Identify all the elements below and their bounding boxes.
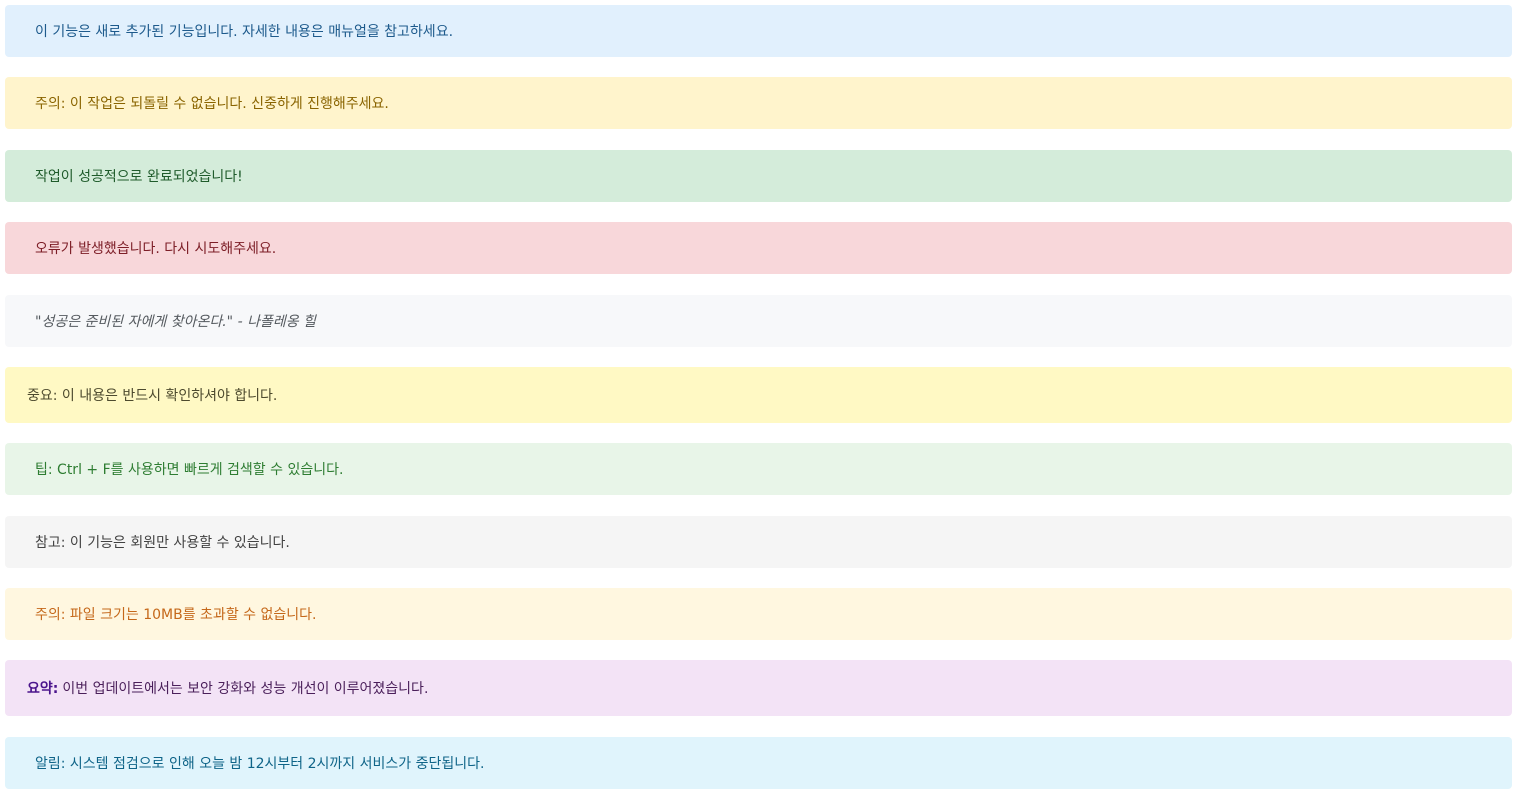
summary-text: 이번 업데이트에서는 보안 강화와 성능 개선이 이루어졌습니다. <box>62 681 429 697</box>
important-alert: 중요: 이 내용은 반드시 확인하셔야 합니다. <box>5 367 1512 423</box>
notice-alert-text: 알림: 시스템 점검으로 인해 오늘 밤 12시부터 2시까지 서비스가 중단됩… <box>35 756 485 772</box>
notice-alert: 알림: 시스템 점검으로 인해 오늘 밤 12시부터 2시까지 서비스가 중단됩… <box>5 737 1512 789</box>
success-alert: 작업이 성공적으로 완료되었습니다! <box>5 150 1512 202</box>
important-alert-text: 중요: 이 내용은 반드시 확인하셔야 합니다. <box>27 388 278 404</box>
success-alert-text: 작업이 성공적으로 완료되었습니다! <box>35 169 243 185</box>
summary-alert: 요약: 이번 업데이트에서는 보안 강화와 성능 개선이 이루어졌습니다. <box>5 660 1512 716</box>
info-alert-text: 이 기능은 새로 추가된 기능입니다. 자세한 내용은 매뉴얼을 참고하세요. <box>35 24 454 40</box>
summary-alert-content: 요약: 이번 업데이트에서는 보안 강화와 성능 개선이 이루어졌습니다. <box>27 678 428 698</box>
warning-alert: 주의: 이 작업은 되돌릴 수 없습니다. 신중하게 진행해주세요. <box>5 77 1512 129</box>
info-alert: 이 기능은 새로 추가된 기능입니다. 자세한 내용은 매뉴얼을 참고하세요. <box>5 5 1512 57</box>
tip-alert: 팁: Ctrl + F를 사용하면 빠르게 검색할 수 있습니다. <box>5 443 1512 495</box>
danger-alert: 오류가 발생했습니다. 다시 시도해주세요. <box>5 222 1512 274</box>
tip-alert-text: 팁: Ctrl + F를 사용하면 빠르게 검색할 수 있습니다. <box>35 462 344 478</box>
caution-alert: 주의: 파일 크기는 10MB를 초과할 수 없습니다. <box>5 588 1512 640</box>
summary-label: 요약: <box>27 681 59 697</box>
danger-alert-text: 오류가 발생했습니다. 다시 시도해주세요. <box>35 241 277 257</box>
caution-alert-text: 주의: 파일 크기는 10MB를 초과할 수 없습니다. <box>35 607 317 623</box>
warning-alert-text: 주의: 이 작업은 되돌릴 수 없습니다. 신중하게 진행해주세요. <box>35 96 389 112</box>
note-alert-text: 참고: 이 기능은 회원만 사용할 수 있습니다. <box>35 535 290 551</box>
alert-stack: 이 기능은 새로 추가된 기능입니다. 자세한 내용은 매뉴얼을 참고하세요. … <box>0 0 1514 798</box>
note-alert: 참고: 이 기능은 회원만 사용할 수 있습니다. <box>5 516 1512 568</box>
quote-block: "성공은 준비된 자에게 찾아온다." - 나폴레옹 힐 <box>5 295 1512 347</box>
quote-text: "성공은 준비된 자에게 찾아온다." - 나폴레옹 힐 <box>35 314 316 330</box>
